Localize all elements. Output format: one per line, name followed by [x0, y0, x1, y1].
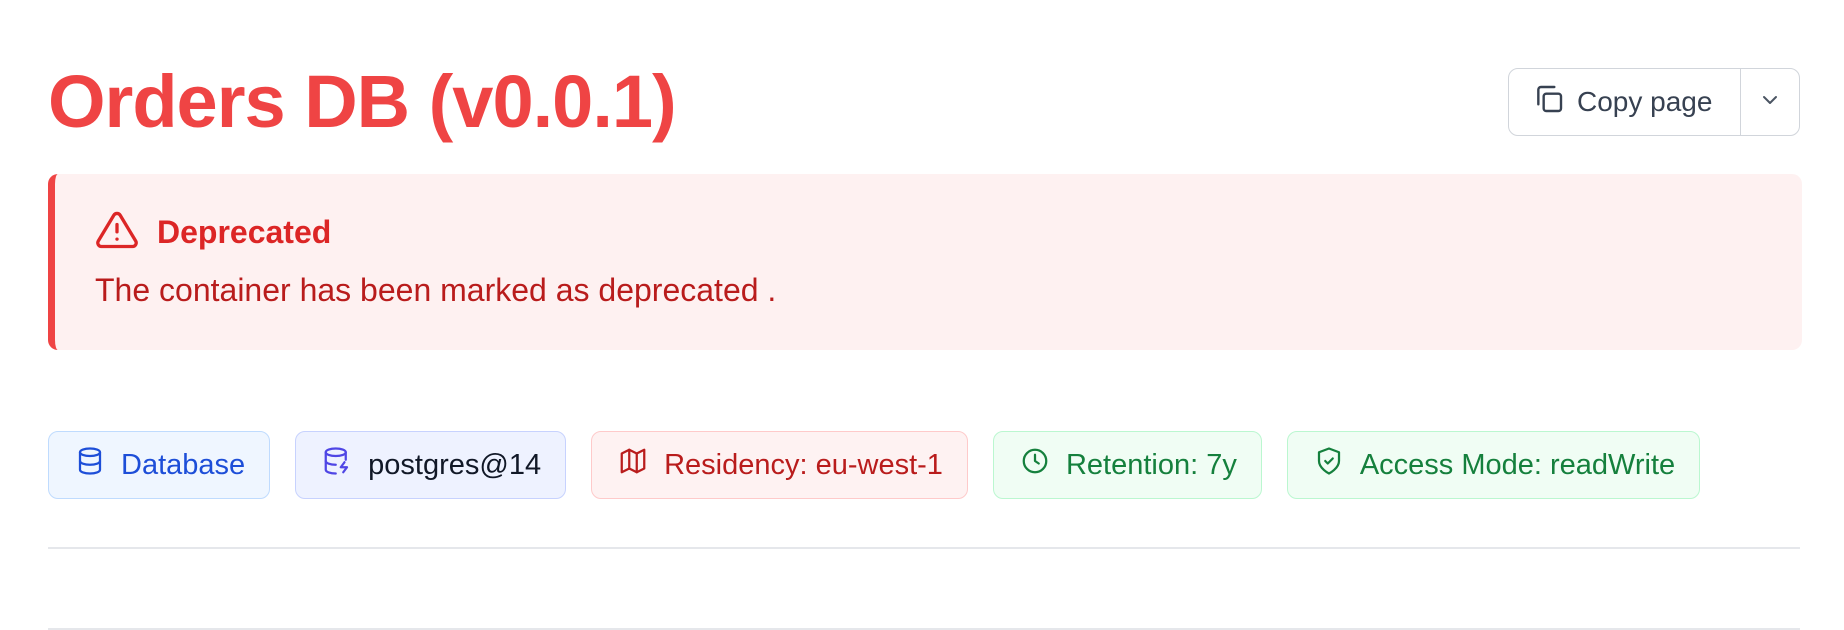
- badge-label: postgres@14: [368, 448, 542, 481]
- badge-label: Database: [121, 448, 246, 481]
- badge-label: Access Mode: readWrite: [1359, 448, 1676, 481]
- deprecated-alert: Deprecated The container has been marked…: [48, 174, 1802, 350]
- alert-message: The container has been marked as depreca…: [95, 272, 777, 308]
- badge-database: Database: [48, 431, 271, 499]
- database-icon: [75, 446, 105, 484]
- clock-icon: [1020, 446, 1050, 484]
- copy-page-button[interactable]: Copy page: [1509, 69, 1740, 135]
- map-icon: [618, 446, 648, 484]
- badge-access-mode: Access Mode: readWrite: [1286, 431, 1701, 499]
- chevron-down-icon: [1758, 88, 1782, 117]
- badge-retention: Retention: 7y: [992, 431, 1262, 499]
- badge-label: Residency: eu-west-1: [664, 448, 943, 481]
- copy-page-button-group: Copy page: [1508, 68, 1800, 136]
- copy-page-label: Copy page: [1577, 86, 1713, 117]
- database-zap-icon: [322, 446, 352, 484]
- copy-icon: [1533, 83, 1565, 122]
- page-title: Orders DB (v0.0.1): [48, 60, 677, 143]
- badge-residency: Residency: eu-west-1: [591, 431, 968, 499]
- copy-page-dropdown-button[interactable]: [1740, 69, 1799, 135]
- alert-header: Deprecated: [95, 208, 331, 257]
- badge-engine: postgres@14: [295, 431, 567, 499]
- shield-check-icon: [1314, 446, 1344, 484]
- alert-title: Deprecated: [157, 214, 332, 250]
- badge-list: Database postgres@14 Residency: eu-west-…: [48, 431, 1701, 499]
- badge-label: Retention: 7y: [1065, 448, 1237, 481]
- divider: [48, 547, 1800, 549]
- warning-triangle-icon: [95, 208, 139, 257]
